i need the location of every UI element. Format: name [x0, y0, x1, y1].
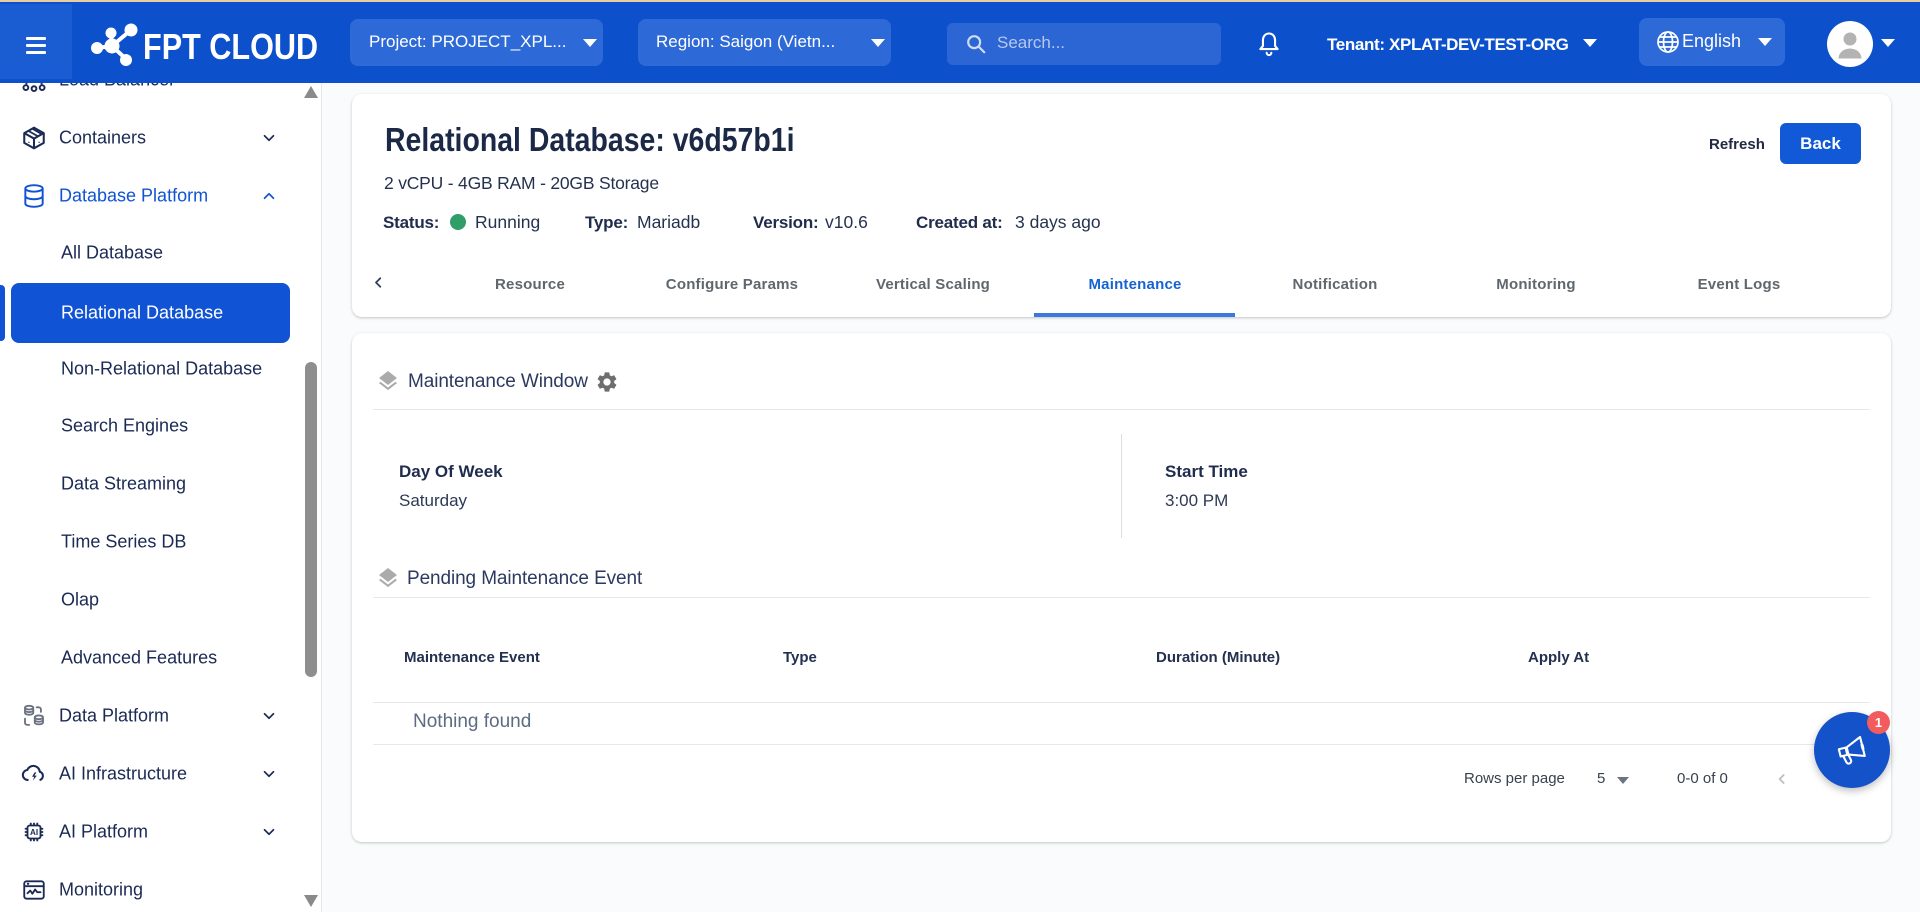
svg-text:AI: AI [30, 828, 38, 837]
